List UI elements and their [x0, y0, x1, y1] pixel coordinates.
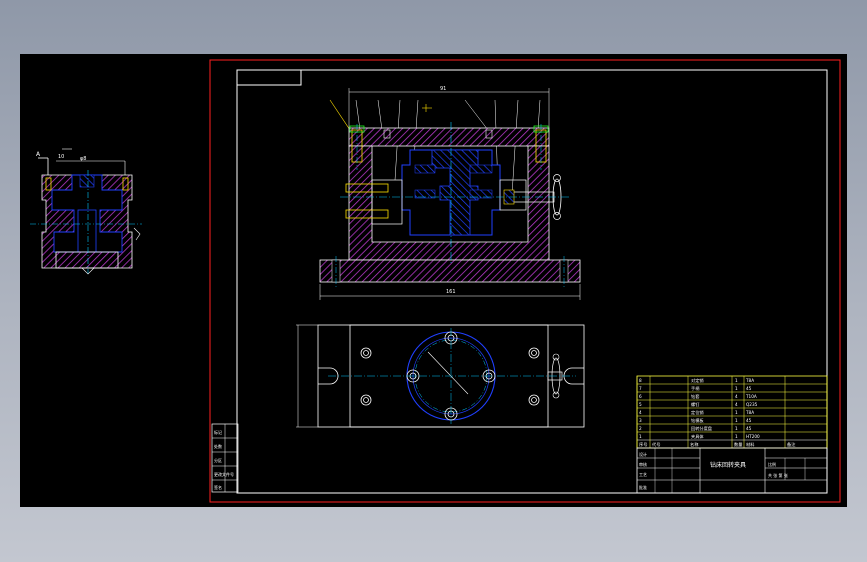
part-material: Q235 [746, 402, 758, 407]
rev-row-1: 处数 [214, 443, 222, 449]
parts-header-cell: 备注 [787, 441, 796, 448]
drawing-title: 钻床回转夹具 [710, 461, 746, 469]
part-material: T8A [745, 410, 754, 415]
part-qty: 4 [735, 394, 738, 399]
parts-header-cell: 材料 [746, 441, 755, 448]
sig-process: 工艺 [639, 472, 647, 477]
part-name: 钻套 [691, 393, 700, 400]
part-name: 螺钉 [691, 401, 700, 408]
part-no: 7 [639, 386, 642, 391]
part-material: HT200 [746, 434, 760, 439]
part-no: 3 [639, 418, 642, 423]
part-material: 45 [746, 426, 752, 431]
part-qty: 1 [735, 378, 738, 383]
rev-row-3: 更改文件号 [214, 471, 234, 477]
part-qty: 1 [735, 386, 738, 391]
part-no: 2 [639, 426, 642, 431]
parts-header-cell: 代号 [652, 441, 660, 448]
part-qty: 4 [735, 402, 738, 407]
part-qty: 1 [735, 434, 738, 439]
part-no: 4 [639, 410, 642, 415]
part-name: 夹具体 [691, 433, 704, 440]
part-material: T8A [745, 378, 754, 383]
detail-phi: φ8 [80, 156, 86, 162]
parts-header-cell: 序号 [639, 441, 647, 448]
part-qty: 1 [735, 410, 738, 415]
part-name: 手柄 [691, 385, 699, 392]
part-name: 回转分度盘 [691, 425, 712, 432]
part-no: 8 [639, 378, 642, 383]
scale-label: 比例 [768, 461, 776, 467]
part-no: 1 [639, 434, 642, 439]
part-no: 6 [639, 394, 642, 399]
part-material: 45 [746, 418, 752, 423]
rev-row-2: 分区 [214, 457, 222, 463]
parts-header-cell: 数量 [734, 441, 742, 448]
sheet-label: 共 张 第 张 [768, 472, 788, 478]
part-qty: 1 [735, 418, 738, 423]
detail-dim-10: 10 [58, 154, 64, 160]
dim-top-width: 91 [440, 86, 446, 92]
rev-row-4: 签名 [214, 484, 222, 490]
sig-review: 审核 [639, 461, 647, 467]
sig-design: 设计 [639, 451, 647, 457]
part-material: T10A [745, 394, 757, 399]
part-no: 5 [639, 402, 642, 407]
dim-base-width: 161 [446, 289, 456, 295]
part-name: 定位销 [691, 409, 704, 416]
sig-approve: 批准 [639, 484, 647, 490]
part-name: 对定销 [691, 377, 704, 384]
rev-row-0: 标记 [214, 429, 222, 435]
part-material: 45 [746, 386, 752, 391]
parts-header-cell: 名称 [690, 441, 698, 448]
part-qty: 1 [735, 426, 738, 431]
part-name: 钻模板 [691, 417, 704, 424]
cad-drawing-viewport[interactable]: A 10 φ8 91 161 标记 处数 分区 更改文件号 签名 8 对定销 1… [0, 0, 867, 562]
